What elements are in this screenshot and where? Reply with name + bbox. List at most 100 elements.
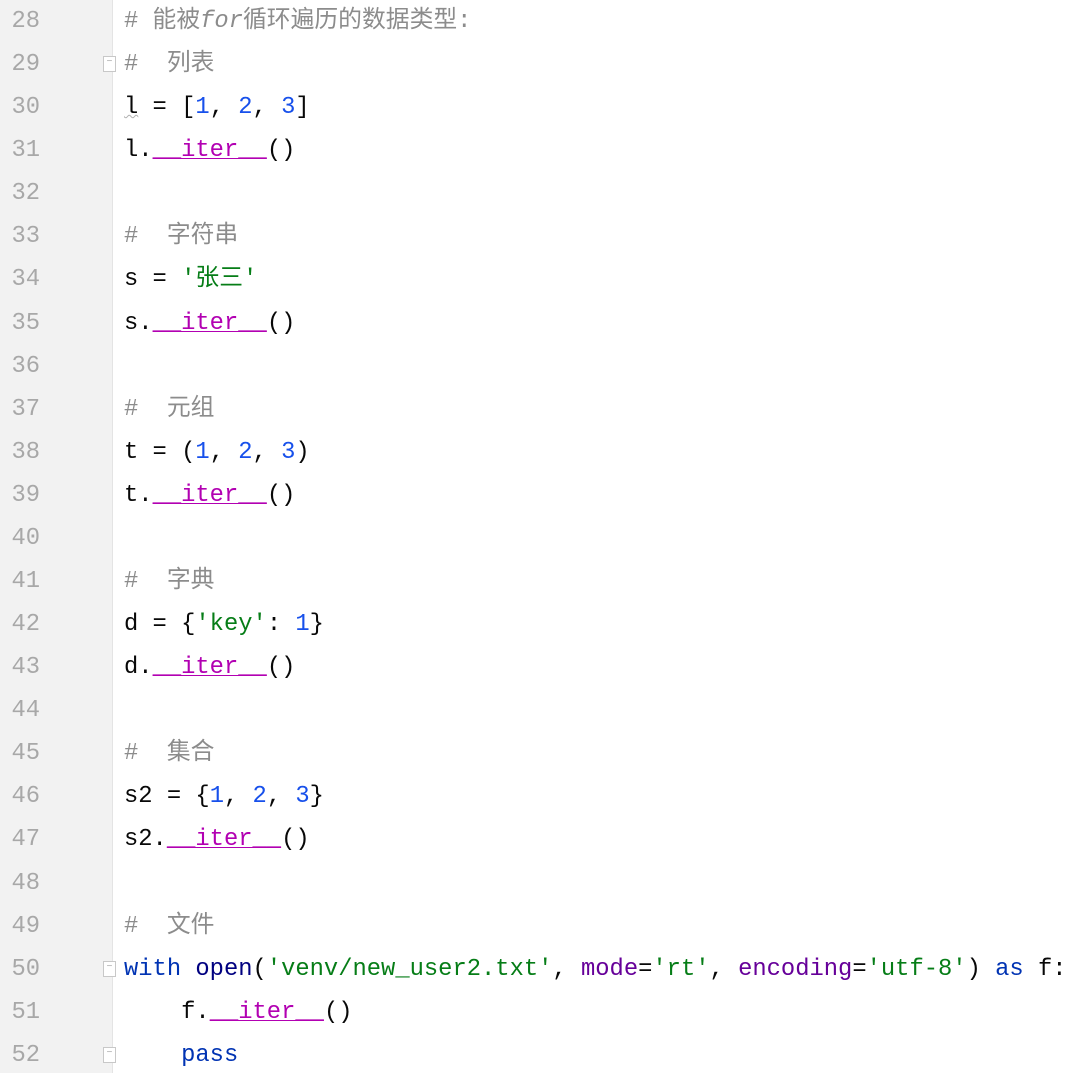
number-token: 3 [281, 94, 296, 122]
plain-token: , [223, 783, 253, 811]
string-token: 'key' [195, 611, 267, 639]
plain-token: () [266, 654, 296, 682]
plain-token: s2 = { [124, 783, 210, 811]
string-token: 'utf-8' [866, 955, 967, 983]
plain-token: , [266, 783, 296, 811]
code-text: # 集合 [124, 732, 214, 775]
builtin-token: open [195, 955, 253, 983]
line-number: 43 [11, 654, 40, 682]
code-line[interactable]: 30 l = [1, 2, 3] [0, 86, 1080, 129]
line-number: 48 [11, 869, 40, 897]
code-line[interactable]: 44 [0, 689, 1080, 732]
dunder-token: __iter__ [209, 998, 324, 1026]
line-number: 52 [11, 1041, 40, 1069]
plain-token: d. [124, 654, 153, 682]
code-text: t.__iter__() [124, 474, 295, 517]
param-token: encoding [738, 955, 853, 983]
line-number: 42 [11, 611, 40, 639]
number-token: 1 [295, 611, 310, 639]
code-text: s.__iter__() [124, 302, 295, 345]
line-number: 31 [11, 137, 40, 165]
line-number: 28 [11, 8, 40, 35]
dunder-token: __iter__ [152, 654, 267, 682]
line-number: 37 [11, 395, 40, 423]
plain-token: s2. [124, 826, 167, 854]
line-number: 46 [11, 783, 40, 811]
line-number: 45 [11, 740, 40, 768]
plain-token: = [638, 955, 653, 983]
code-line[interactable]: 32 [0, 172, 1080, 215]
code-line[interactable]: 42 d = {'key': 1} [0, 603, 1080, 646]
code-line[interactable]: 50− with open('venv/new_user2.txt', mode=… [0, 948, 1080, 991]
dunder-token: __iter__ [166, 826, 282, 854]
code-line[interactable]: 39 t.__iter__() [0, 474, 1080, 517]
line-number: 30 [11, 94, 40, 122]
code-text: l.__iter__() [124, 129, 295, 172]
number-token: 3 [295, 783, 310, 811]
code-line[interactable]: 35 s.__iter__() [0, 302, 1080, 345]
code-editor[interactable]: 28 # 能被for循环遍历的数据类型: 29− # 列表 30 l = [1, 2, 3… [0, 0, 1080, 1077]
comment-token: # 集合 [124, 740, 215, 768]
fold-end-icon[interactable]: − [103, 1046, 116, 1063]
dunder-token: __iter__ [152, 481, 267, 509]
number-token: 1 [209, 783, 224, 811]
code-text: l = [1, 2, 3] [124, 86, 310, 129]
fold-start-icon[interactable]: − [103, 56, 116, 73]
number-token: 2 [238, 438, 253, 466]
plain-token: } [309, 783, 324, 811]
code-line[interactable]: 34 s = '张三' [0, 258, 1080, 301]
plain-token: : [266, 611, 296, 639]
plain-token: ( [252, 955, 267, 983]
string-token: '张三' [181, 266, 258, 294]
italic-token: for [200, 8, 243, 35]
line-number: 51 [11, 998, 40, 1026]
code-line[interactable]: 48 [0, 862, 1080, 905]
code-line[interactable]: 31 l.__iter__() [0, 129, 1080, 172]
number-token: 1 [195, 438, 210, 466]
plain-token: } [309, 611, 324, 639]
code-line[interactable]: 28 # 能被for循环遍历的数据类型: [0, 0, 1080, 43]
code-line[interactable]: 29 − # 列表 [0, 43, 1080, 86]
plain-token: l. [124, 137, 153, 165]
code-line[interactable]: 45 # 集合 [0, 732, 1080, 775]
line-number: 33 [11, 223, 40, 251]
code-line[interactable]: 47 s2.__iter__() [0, 818, 1080, 861]
plain-token: () [281, 826, 310, 854]
plain-token: , [709, 955, 739, 983]
plain-token: () [266, 309, 296, 337]
code-line[interactable]: 49 # 文件 [0, 905, 1080, 948]
code-line[interactable]: 33 # 字符串 [0, 215, 1080, 258]
code-line[interactable]: 37 # 元组 [0, 388, 1080, 431]
dunder-token: __iter__ [152, 309, 267, 337]
code-text: d.__iter__() [124, 646, 295, 689]
code-line[interactable]: 36 [0, 345, 1080, 388]
plain-token: s. [124, 309, 153, 337]
line-number: 32 [11, 180, 40, 208]
keyword-token: pass [181, 1041, 239, 1069]
line-number: 41 [11, 568, 40, 596]
code-line[interactable]: 38 t = (1, 2, 3) [0, 431, 1080, 474]
comment-token: 循环遍历的数据类型: [243, 8, 472, 35]
code-line[interactable]: 51 f.__iter__() [0, 991, 1080, 1034]
code-line[interactable]: 46 s2 = {1, 2, 3} [0, 775, 1080, 818]
code-line[interactable]: 40 [0, 517, 1080, 560]
plain-token: ] [295, 94, 310, 122]
line-number: 39 [11, 481, 40, 509]
code-line[interactable]: 52 − pass [0, 1034, 1080, 1077]
code-text: s2 = {1, 2, 3} [124, 775, 324, 818]
code-text: # 列表 [124, 43, 214, 86]
comment-token: # 能被 [124, 8, 201, 35]
line-number: 29 [11, 51, 40, 79]
code-text: s = '张三' [124, 258, 257, 301]
code-line[interactable]: 43 d.__iter__() [0, 646, 1080, 689]
fold-start-icon[interactable]: − [103, 960, 116, 977]
code-line[interactable]: 41 # 字典 [0, 560, 1080, 603]
plain-token: ) [966, 955, 996, 983]
string-token: 'rt' [652, 955, 710, 983]
line-number: 40 [11, 524, 40, 552]
plain-token: ) [295, 438, 310, 466]
line-number: 47 [11, 826, 40, 854]
comment-token: # 字符串 [124, 223, 239, 251]
plain-token: , [252, 94, 282, 122]
